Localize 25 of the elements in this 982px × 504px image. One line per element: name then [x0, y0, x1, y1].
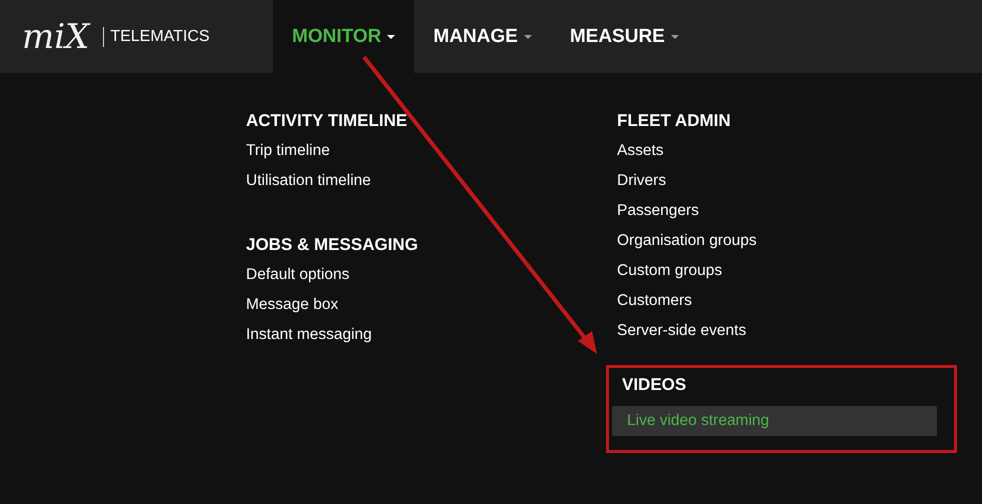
menu-item[interactable]: Instant messaging — [246, 325, 617, 355]
section-heading: FLEET ADMIN — [617, 110, 732, 132]
caret-icon — [387, 34, 396, 38]
menu-item[interactable]: Customers — [617, 291, 977, 321]
menu-item[interactable]: Assets — [617, 141, 977, 171]
caret-icon — [670, 34, 679, 38]
logo-text: TELEMATICS — [103, 26, 210, 46]
logo-mark: miX — [22, 20, 90, 54]
menu-item[interactable]: Message box — [246, 295, 617, 325]
menu-item[interactable]: Default options — [246, 265, 617, 295]
caret-icon — [524, 34, 532, 38]
menu-item[interactable]: Server-side events — [617, 321, 977, 351]
menu-item[interactable]: Trip timeline — [246, 141, 617, 171]
menu-item[interactable]: Organisation groups — [617, 231, 977, 261]
section-heading: VIDEOS — [621, 374, 688, 396]
section-heading: ACTIVITY TIMELINE — [246, 110, 408, 132]
menu-item[interactable]: Live video streaming — [612, 406, 937, 436]
nav-tab[interactable]: MANAGE — [414, 0, 551, 73]
menu-item[interactable]: Passengers — [617, 201, 977, 231]
section-heading: JOBS & MESSAGING — [246, 234, 419, 256]
menu-item[interactable]: Custom groups — [617, 261, 977, 291]
nav-tab[interactable]: MEASURE — [550, 0, 698, 73]
nav-tab[interactable]: MONITOR — [273, 0, 414, 73]
menu-item[interactable]: Utilisation timeline — [246, 171, 617, 201]
menu-item[interactable]: Drivers — [617, 171, 977, 201]
